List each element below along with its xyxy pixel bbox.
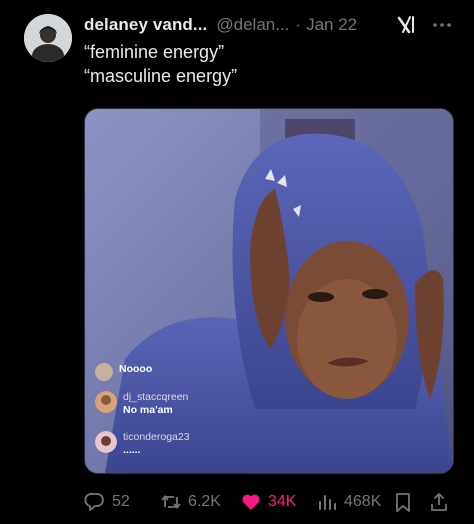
comment-username: ticonderoga23 xyxy=(123,431,190,443)
bookmark-button[interactable] xyxy=(392,488,420,516)
retweet-button[interactable]: 6.2K xyxy=(160,488,221,516)
share-button[interactable] xyxy=(428,488,456,516)
live-comment: Noooo xyxy=(95,363,152,381)
display-name[interactable]: delaney vand... xyxy=(84,15,207,35)
more-icon[interactable] xyxy=(430,14,454,36)
comment-message: ...... xyxy=(123,444,141,456)
separator-dot: · xyxy=(295,15,302,34)
commenter-avatar xyxy=(95,391,117,413)
commenter-avatar xyxy=(95,431,117,453)
tweet-text: “feminine energy” “masculine energy” xyxy=(84,40,454,88)
view-count: 468K xyxy=(344,493,382,510)
timestamp[interactable]: Jan 22 xyxy=(306,15,357,35)
reply-count: 52 xyxy=(112,493,130,510)
comment-username: dj_staccqreen xyxy=(123,391,189,403)
tweet-text-line: “feminine energy” xyxy=(84,42,225,62)
reply-icon xyxy=(84,492,104,511)
tweet-header: delaney vand... @delan... · Jan 22 xyxy=(84,14,464,36)
action-bar: 52 6.2K 34K 468K xyxy=(84,488,458,516)
reply-button[interactable]: 52 xyxy=(84,488,130,516)
retweet-icon xyxy=(161,495,181,509)
tweet: delaney vand... @delan... · Jan 22 “femi… xyxy=(0,0,474,524)
views-button[interactable]: 468K xyxy=(316,488,381,516)
retweet-count: 6.2K xyxy=(188,493,221,510)
avatar[interactable] xyxy=(24,14,72,62)
live-comment: ticonderoga23 ...... xyxy=(95,431,190,457)
comment-message: No ma'am xyxy=(123,404,173,416)
tweet-text-line: “masculine energy” xyxy=(84,66,238,86)
grok-icon[interactable] xyxy=(396,14,418,36)
share-icon xyxy=(431,493,447,511)
views-icon xyxy=(319,495,336,510)
like-count: 34K xyxy=(268,493,297,510)
avatar-image xyxy=(24,14,72,62)
heart-icon xyxy=(242,494,260,510)
video-frame-illustration xyxy=(85,109,453,473)
handle[interactable]: @delan... xyxy=(216,15,289,35)
media-image[interactable]: Noooo dj_staccqreen No ma'am ticonderoga… xyxy=(84,108,454,474)
commenter-avatar xyxy=(95,363,113,381)
live-comment: dj_staccqreen No ma'am xyxy=(95,391,188,417)
bookmark-icon xyxy=(396,493,410,512)
like-button[interactable]: 34K xyxy=(240,488,296,516)
comment-message: Noooo xyxy=(119,363,153,375)
